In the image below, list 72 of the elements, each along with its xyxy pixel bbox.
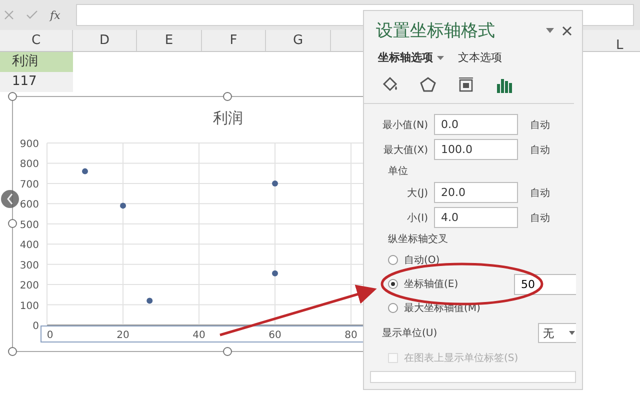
caret-icon (569, 331, 575, 335)
resize-handle[interactable] (8, 219, 17, 228)
field-label: 大(J) (406, 186, 428, 200)
paint-bucket-icon (381, 76, 399, 94)
chart-title: 利润 (213, 109, 243, 127)
bar-chart-icon (495, 76, 513, 94)
data-point[interactable] (82, 168, 88, 174)
checkbox-label: 在图表上显示单位标签(S) (404, 352, 518, 365)
column-header[interactable]: D (73, 30, 137, 51)
y-axis-label: 600 (20, 200, 39, 211)
y-axis-label: 0 (32, 321, 39, 332)
resize-handle[interactable] (8, 92, 17, 101)
radio-button[interactable] (388, 255, 398, 265)
field-label: 显示单位(U) (382, 326, 438, 340)
input-field[interactable]: 4.0 (434, 207, 518, 228)
options-tab[interactable]: 坐标轴选项 (378, 50, 444, 65)
size-properties-icon (457, 76, 475, 94)
column-header[interactable]: G (266, 30, 331, 51)
x-axis-label: 20 (116, 330, 130, 341)
panel-title: 设置坐标轴格式 (376, 20, 496, 42)
y-axis-label: 700 (20, 179, 39, 190)
input-field[interactable]: 0.0 (434, 114, 518, 135)
table-cell: 117 (0, 72, 73, 92)
checkmark-icon[interactable] (26, 10, 38, 20)
y-axis-label: 100 (20, 300, 39, 312)
column-header[interactable]: E (137, 30, 202, 51)
column-header[interactable]: F (202, 30, 266, 51)
x-axis-label: 40 (192, 330, 206, 341)
column-header[interactable]: C (0, 30, 73, 51)
resize-handle[interactable] (8, 347, 17, 356)
y-axis-label: 800 (20, 159, 39, 170)
y-axis-label: 300 (20, 260, 39, 272)
x-axis-label: 80 (344, 330, 358, 341)
radio-button[interactable] (388, 279, 398, 289)
x-axis-label: 60 (268, 330, 282, 341)
y-axis-label: 500 (20, 220, 39, 231)
axis-value-input[interactable]: 50 (514, 274, 576, 294)
y-axis-label: 200 (20, 280, 39, 292)
field-label: 最小值(N) (382, 118, 428, 132)
field-label: 最大值(X) (382, 144, 428, 156)
reset-button[interactable]: 自动 (524, 142, 550, 156)
input-field[interactable]: 20.0 (434, 182, 518, 203)
data-point[interactable] (272, 270, 278, 276)
section-heading: 单位 (387, 164, 409, 178)
radio-label: 自动(O) (404, 254, 441, 267)
resize-handle[interactable] (223, 347, 232, 356)
display-units-select[interactable]: 无 (538, 323, 576, 343)
chevron-left-icon (6, 193, 14, 205)
data-point[interactable] (146, 298, 153, 304)
close-icon[interactable] (562, 26, 572, 36)
section-heading: 纵坐标轴交叉 (387, 232, 449, 246)
options-tab[interactable]: 文本选项 (458, 50, 502, 65)
radio-button[interactable] (388, 303, 398, 313)
y-axis-label: 400 (20, 240, 39, 252)
table-cell: 利润 (0, 52, 73, 72)
caret-icon (437, 56, 444, 60)
field-label: 小(I) (406, 212, 428, 224)
input-field[interactable]: 100.0 (434, 139, 518, 160)
reset-button[interactable]: 自动 (524, 118, 550, 132)
back-button[interactable] (1, 190, 19, 208)
data-point[interactable] (120, 202, 126, 209)
y-axis-label: 900 (20, 139, 39, 150)
data-point[interactable] (272, 180, 278, 186)
resize-handle[interactable] (223, 92, 232, 101)
x-axis-label: 0 (46, 330, 54, 341)
dropdown-caret-icon[interactable] (546, 28, 554, 33)
pentagon-icon (419, 76, 437, 94)
column-header[interactable]: L (616, 38, 624, 53)
insert-function-button[interactable]: fx (50, 8, 60, 22)
reset-button[interactable]: 自动 (524, 210, 550, 224)
horizontal-scrollbar[interactable] (370, 371, 576, 383)
reset-button[interactable]: 自动 (524, 186, 550, 200)
